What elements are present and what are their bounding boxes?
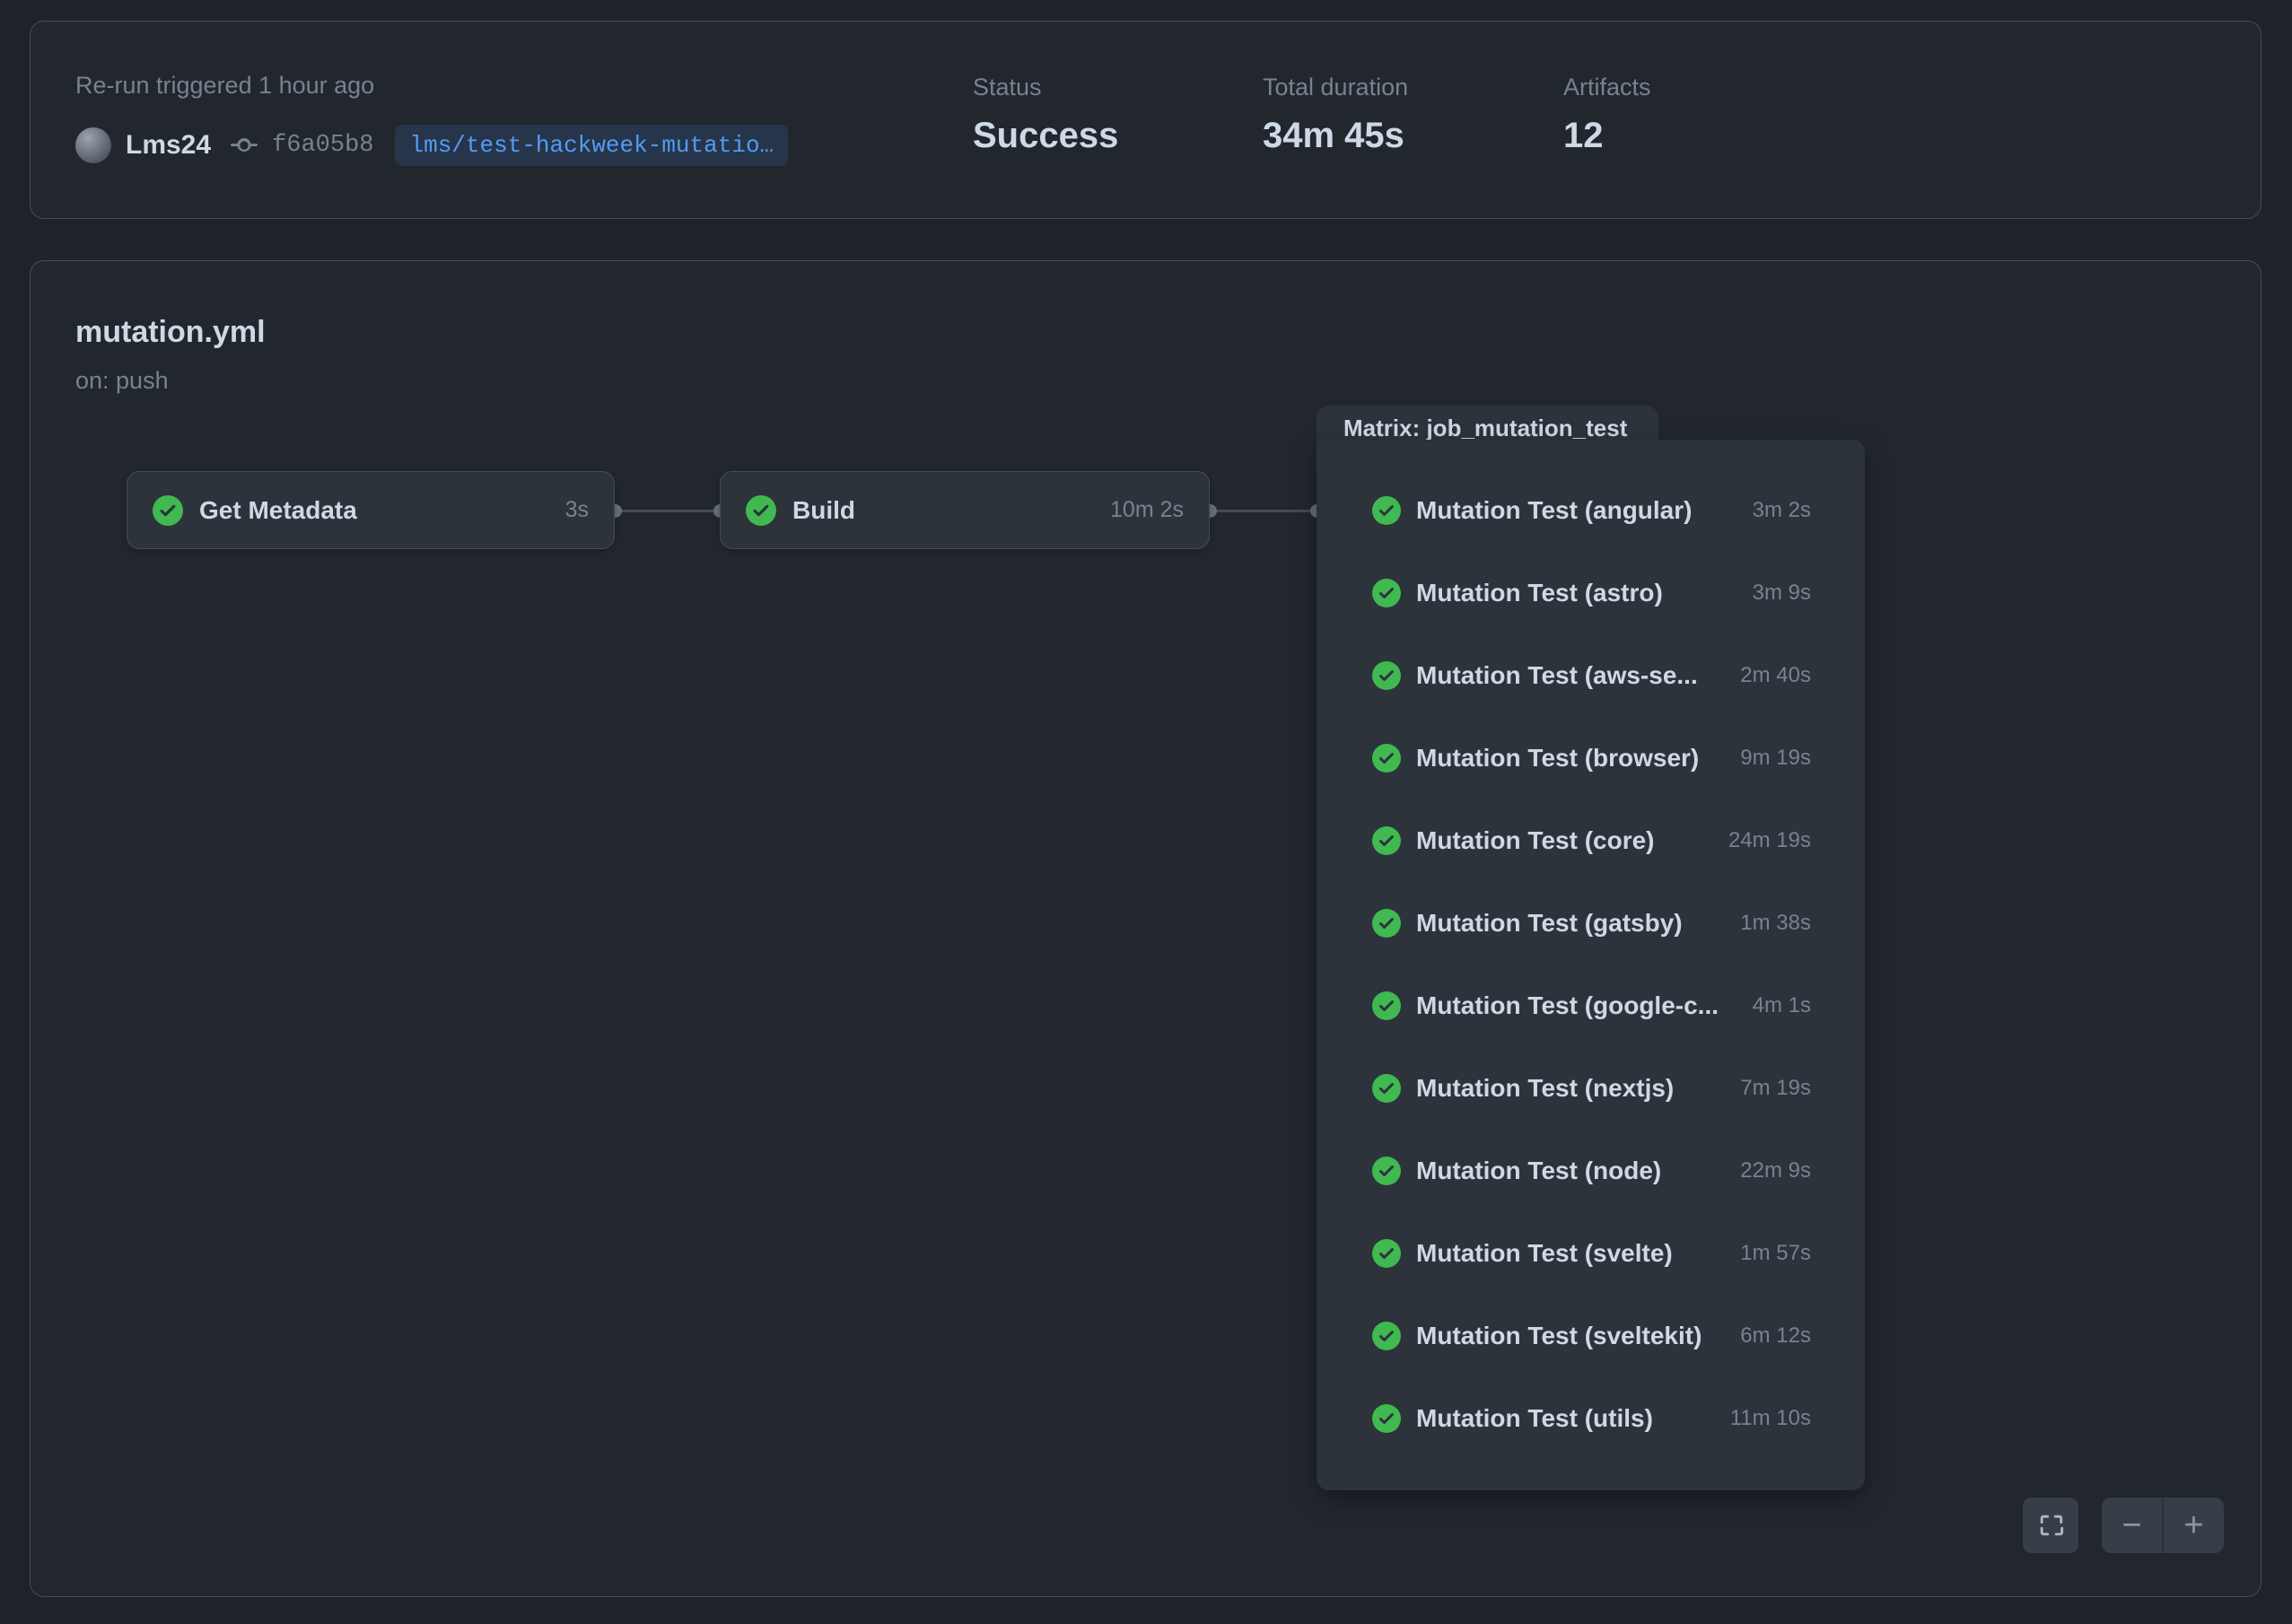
zoom-out-button[interactable]: − xyxy=(2102,1497,2164,1553)
stat-total-duration: Total duration 34m 45s xyxy=(1263,74,1408,156)
workflow-graph-card: mutation.yml on: push Get Metadata 3s Bu… xyxy=(30,260,2261,1597)
matrix-job-row[interactable]: Mutation Test (sveltekit) 6m 12s xyxy=(1317,1295,1865,1377)
matrix-job-duration: 24m 19s xyxy=(1714,828,1811,853)
check-circle-icon xyxy=(1372,661,1401,690)
stat-value: Success xyxy=(973,116,1118,156)
check-circle-icon xyxy=(153,495,183,526)
matrix-job-label: Mutation Test (google-c... xyxy=(1416,991,1719,1020)
actor-row: Lms24 f6a05b8 lms/test-hackweek-mutatio… xyxy=(75,125,788,166)
commit-sha: f6a05b8 xyxy=(272,132,373,159)
workflow-file-name: mutation.yml xyxy=(75,315,266,350)
matrix-job-row[interactable]: Mutation Test (utils) 11m 10s xyxy=(1317,1377,1865,1460)
matrix-group: Mutation Test (angular) 3m 2s Mutation T… xyxy=(1317,440,1865,1490)
matrix-job-label: Mutation Test (gatsby) xyxy=(1416,909,1683,938)
stat-value: 34m 45s xyxy=(1263,116,1408,156)
matrix-job-row[interactable]: Mutation Test (nextjs) 7m 19s xyxy=(1317,1047,1865,1130)
stat-label: Artifacts xyxy=(1563,74,1651,101)
check-circle-icon xyxy=(1372,496,1401,525)
check-circle-icon xyxy=(1372,991,1401,1020)
matrix-group-title: Matrix: job_mutation_test xyxy=(1343,415,1627,442)
job-node-label: Build xyxy=(792,496,855,525)
fullscreen-button[interactable] xyxy=(2023,1497,2078,1553)
matrix-job-duration: 3m 9s xyxy=(1738,581,1811,606)
matrix-job-label: Mutation Test (browser) xyxy=(1416,744,1699,773)
stat-artifacts: Artifacts 12 xyxy=(1563,74,1651,156)
matrix-job-duration: 7m 19s xyxy=(1726,1076,1811,1101)
workflow-trigger: on: push xyxy=(75,367,169,395)
matrix-job-row[interactable]: Mutation Test (astro) 3m 9s xyxy=(1317,552,1865,634)
edge-line xyxy=(615,510,720,512)
matrix-job-label: Mutation Test (angular) xyxy=(1416,496,1692,525)
check-circle-icon xyxy=(1372,909,1401,938)
matrix-job-label: Mutation Test (node) xyxy=(1416,1157,1661,1185)
check-circle-icon xyxy=(1372,1239,1401,1268)
matrix-job-duration: 1m 38s xyxy=(1726,911,1811,936)
matrix-job-duration: 6m 12s xyxy=(1726,1323,1811,1349)
check-circle-icon xyxy=(1372,1322,1401,1350)
matrix-job-row[interactable]: Mutation Test (browser) 9m 19s xyxy=(1317,717,1865,799)
branch-link[interactable]: lms/test-hackweek-mutatio… xyxy=(395,125,788,166)
check-circle-icon xyxy=(1372,1404,1401,1433)
matrix-job-row[interactable]: Mutation Test (google-c... 4m 1s xyxy=(1317,965,1865,1047)
run-summary-card: Re-run triggered 1 hour ago Lms24 f6a05b… xyxy=(30,21,2261,219)
matrix-job-label: Mutation Test (svelte) xyxy=(1416,1239,1673,1268)
matrix-job-duration: 22m 9s xyxy=(1726,1158,1811,1183)
matrix-job-row[interactable]: Mutation Test (node) 22m 9s xyxy=(1317,1130,1865,1212)
matrix-job-duration: 3m 2s xyxy=(1738,498,1811,523)
matrix-job-row[interactable]: Mutation Test (gatsby) 1m 38s xyxy=(1317,882,1865,965)
zoom-in-button[interactable]: + xyxy=(2164,1497,2224,1553)
matrix-job-row[interactable]: Mutation Test (core) 24m 19s xyxy=(1317,799,1865,882)
matrix-job-label: Mutation Test (nextjs) xyxy=(1416,1074,1674,1103)
matrix-job-row[interactable]: Mutation Test (aws-se... 2m 40s xyxy=(1317,634,1865,717)
job-node-build[interactable]: Build 10m 2s xyxy=(720,471,1210,549)
matrix-job-duration: 4m 1s xyxy=(1738,993,1811,1018)
matrix-job-row[interactable]: Mutation Test (angular) 3m 2s xyxy=(1317,469,1865,552)
check-circle-icon xyxy=(1372,826,1401,855)
matrix-job-row[interactable]: Mutation Test (svelte) 1m 57s xyxy=(1317,1212,1865,1295)
stat-label: Status xyxy=(973,74,1118,101)
matrix-job-label: Mutation Test (astro) xyxy=(1416,579,1663,607)
screen-full-icon xyxy=(2037,1512,2064,1539)
matrix-job-label: Mutation Test (utils) xyxy=(1416,1404,1653,1433)
job-node-label: Get Metadata xyxy=(199,496,357,525)
matrix-job-label: Mutation Test (core) xyxy=(1416,826,1654,855)
matrix-job-duration: 9m 19s xyxy=(1726,746,1811,771)
check-circle-icon xyxy=(746,495,776,526)
actor-name: Lms24 xyxy=(126,130,211,161)
avatar xyxy=(75,127,111,163)
check-circle-icon xyxy=(1372,579,1401,607)
zoom-controls: − + xyxy=(2102,1497,2224,1553)
check-circle-icon xyxy=(1372,1157,1401,1185)
job-node-get-metadata[interactable]: Get Metadata 3s xyxy=(127,471,615,549)
matrix-job-label: Mutation Test (aws-se... xyxy=(1416,661,1698,690)
stat-label: Total duration xyxy=(1263,74,1408,101)
edge-line xyxy=(1210,510,1317,512)
git-commit-icon xyxy=(231,132,258,159)
job-node-duration: 3s xyxy=(565,497,589,523)
matrix-job-duration: 1m 57s xyxy=(1726,1241,1811,1266)
stat-status: Status Success xyxy=(973,74,1118,156)
rerun-triggered-text: Re-run triggered 1 hour ago xyxy=(75,72,788,100)
job-node-duration: 10m 2s xyxy=(1110,497,1184,523)
check-circle-icon xyxy=(1372,1074,1401,1103)
matrix-job-duration: 11m 10s xyxy=(1716,1406,1811,1431)
check-circle-icon xyxy=(1372,744,1401,773)
matrix-job-duration: 2m 40s xyxy=(1726,663,1811,688)
matrix-job-label: Mutation Test (sveltekit) xyxy=(1416,1322,1702,1350)
stat-value: 12 xyxy=(1563,116,1651,156)
run-trigger-info: Re-run triggered 1 hour ago Lms24 f6a05b… xyxy=(75,72,788,166)
